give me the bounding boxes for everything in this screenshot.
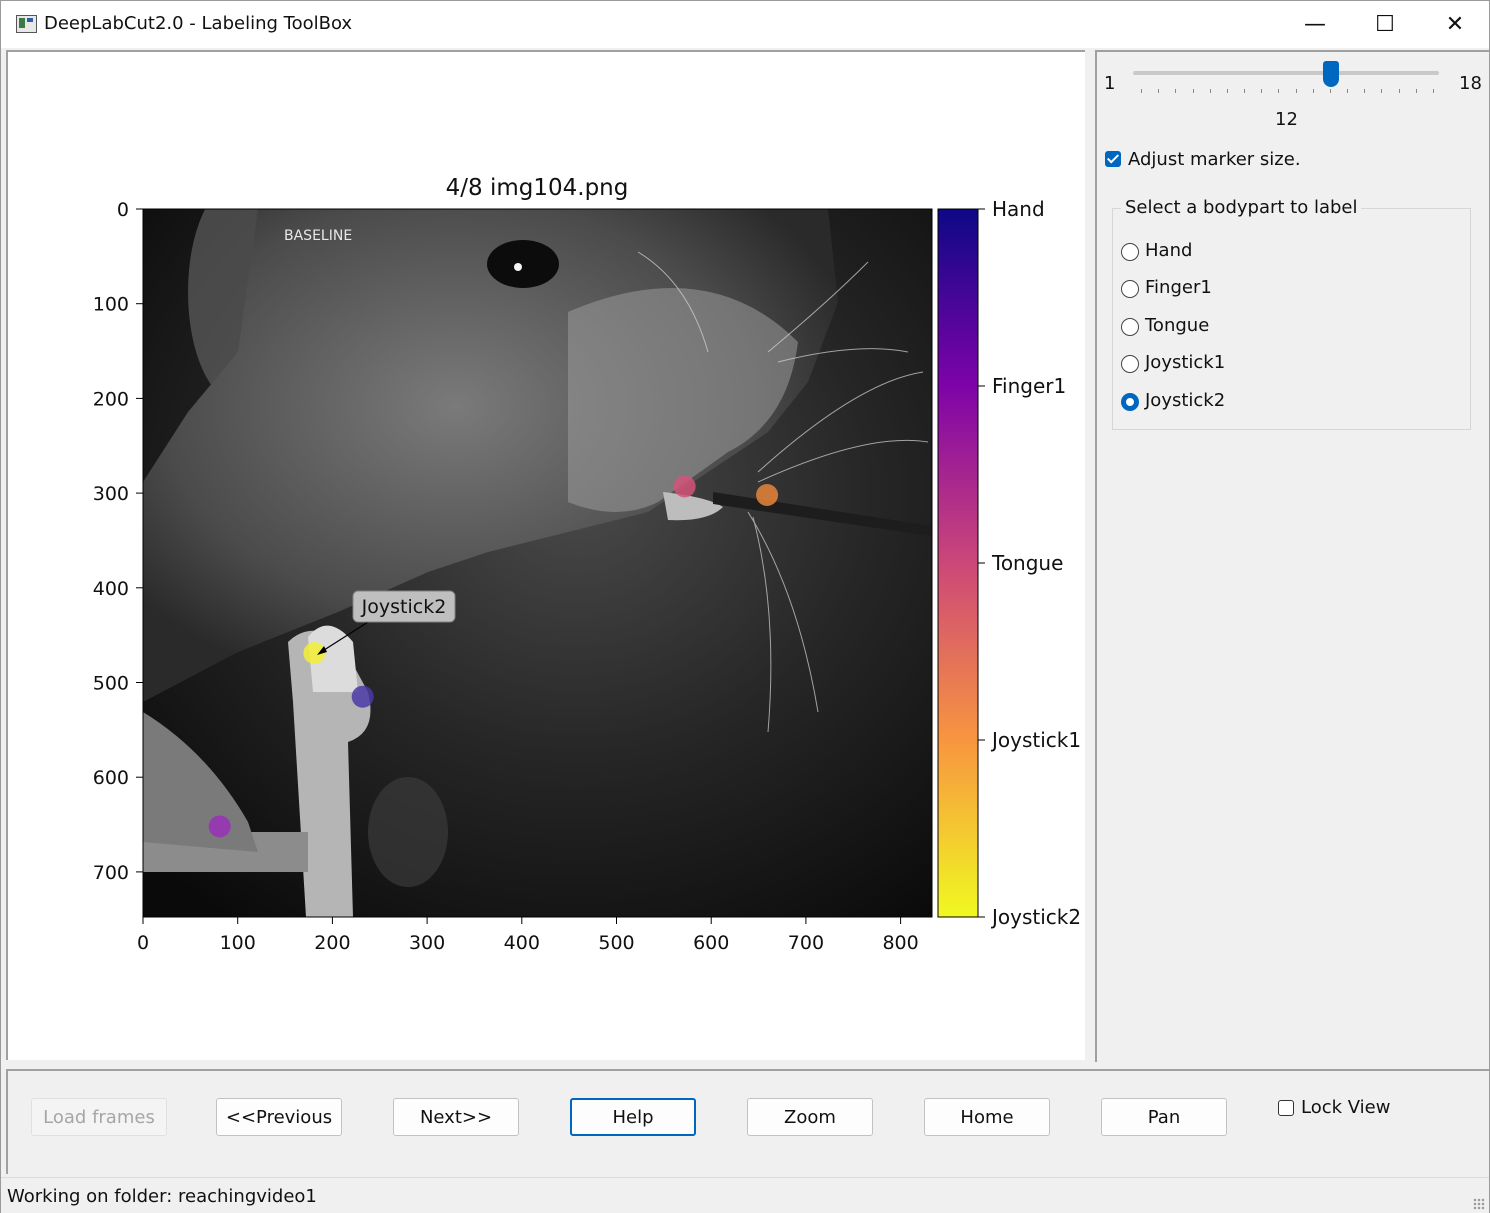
slider-min-label: 1: [1104, 73, 1116, 94]
y-tick-label: 100: [93, 294, 129, 316]
maximize-button[interactable]: ☐: [1350, 1, 1420, 48]
radio-label-tongue[interactable]: Tongue: [1145, 315, 1209, 336]
close-icon: ✕: [1445, 12, 1465, 37]
y-tick-label: 0: [117, 199, 129, 221]
radio-joystick1[interactable]: [1121, 355, 1139, 373]
slider-tick: [1433, 89, 1434, 93]
colorbar-axis: Hand Finger1 Tongue Joystick1 Joystick2: [978, 197, 1081, 929]
marker-finger1[interactable]: [208, 815, 231, 838]
x-tick-label: 400: [504, 932, 540, 954]
x-tick-label: 300: [409, 932, 445, 954]
slider-tick: [1398, 89, 1400, 93]
app-icon: [16, 15, 37, 33]
panel-splitter[interactable]: [1087, 50, 1095, 1062]
radio-joystick2[interactable]: [1121, 393, 1139, 411]
slider-value-label: 12: [1275, 109, 1298, 130]
lock-view-label: Lock View: [1301, 1097, 1391, 1118]
maximize-icon: ☐: [1375, 12, 1395, 37]
slider-tick: [1415, 89, 1417, 93]
slider-tick: [1141, 89, 1142, 93]
slider-tick: [1381, 89, 1383, 93]
x-tick-label: 100: [220, 932, 256, 954]
radio-label-hand[interactable]: Hand: [1145, 240, 1192, 261]
pan-button[interactable]: Pan: [1101, 1098, 1227, 1136]
x-tick-label: 700: [788, 932, 824, 954]
slider-tick: [1347, 89, 1349, 93]
slider-tick: [1329, 89, 1331, 93]
colorbar-label: Tongue: [991, 551, 1063, 575]
slider-tick: [1278, 89, 1280, 93]
slider-tick: [1158, 89, 1160, 93]
y-tick-label: 700: [93, 862, 129, 884]
adjust-marker-size-checkbox[interactable]: [1105, 151, 1121, 167]
annotation-label: Joystick2: [361, 596, 447, 618]
slider-max-label: 18: [1459, 73, 1482, 94]
colorbar-label: Finger1: [992, 374, 1066, 398]
adjust-marker-size-label: Adjust marker size.: [1128, 149, 1301, 170]
zoom-button[interactable]: Zoom: [747, 1098, 873, 1136]
window-title: DeepLabCut2.0 - Labeling ToolBox: [44, 13, 353, 34]
x-tick-label: 0: [137, 932, 149, 954]
radio-tongue[interactable]: [1121, 318, 1139, 336]
colorbar-label: Joystick1: [990, 728, 1081, 752]
frame-image[interactable]: BASELINE: [143, 182, 938, 917]
plot-canvas[interactable]: BASELINE Joystick2 4/8 img104.png 0 100 20…: [6, 50, 1085, 1060]
colorbar-label: Joystick2: [990, 905, 1081, 929]
plot-figure[interactable]: BASELINE Joystick2 4/8 img104.png 0 100 20…: [8, 52, 1085, 1060]
x-tick-label: 800: [882, 932, 918, 954]
radio-finger1[interactable]: [1121, 280, 1139, 298]
status-bar: Working on folder: reachingvideo1: [1, 1177, 1489, 1213]
minimize-button[interactable]: —: [1280, 1, 1350, 48]
y-tick-label: 300: [93, 483, 129, 505]
marker-hand[interactable]: [351, 685, 374, 708]
title-bar[interactable]: DeepLabCut2.0 - Labeling ToolBox — ☐ ✕: [1, 1, 1489, 48]
slider-tick: [1226, 89, 1228, 93]
marker-joystick1[interactable]: [756, 483, 779, 506]
status-text: Working on folder: reachingvideo1: [7, 1186, 317, 1207]
slider-tick: [1209, 89, 1211, 93]
slider-tick: [1295, 89, 1297, 93]
colorbar-label: Hand: [992, 197, 1045, 221]
y-axis: 0 100 200 300 400 500 600 700: [93, 199, 143, 884]
slider-tick: [1261, 89, 1263, 93]
previous-button[interactable]: <<Previous: [216, 1098, 342, 1136]
radio-label-joystick2[interactable]: Joystick2: [1145, 390, 1225, 411]
next-button[interactable]: Next>>: [393, 1098, 519, 1136]
y-tick-label: 500: [93, 673, 129, 695]
minimize-icon: —: [1304, 12, 1326, 37]
help-button[interactable]: Help: [570, 1098, 696, 1136]
resize-grip-icon[interactable]: [1473, 1198, 1485, 1210]
marker-tongue[interactable]: [673, 475, 696, 498]
load-frames-button[interactable]: Load frames: [31, 1098, 167, 1136]
slider-tick: [1175, 89, 1177, 93]
slider-handle[interactable]: [1323, 61, 1339, 87]
x-tick-label: 600: [693, 932, 729, 954]
lock-view-checkbox[interactable]: [1278, 1100, 1294, 1116]
home-button[interactable]: Home: [924, 1098, 1050, 1136]
image-overlay-text: BASELINE: [284, 228, 352, 244]
radio-label-finger1[interactable]: Finger1: [1145, 277, 1212, 298]
x-tick-label: 200: [314, 932, 350, 954]
y-tick-label: 400: [93, 578, 129, 600]
radio-label-joystick1[interactable]: Joystick1: [1145, 352, 1225, 373]
app-window: DeepLabCut2.0 - Labeling ToolBox — ☐ ✕ B…: [0, 0, 1490, 1213]
marker-size-slider[interactable]: [1131, 61, 1443, 101]
close-button[interactable]: ✕: [1420, 1, 1490, 48]
slider-tick: [1244, 89, 1246, 93]
y-tick-label: 200: [93, 388, 129, 410]
x-axis: 0 100 200 300 400 500 600 700 800: [137, 917, 919, 954]
slider-tick: [1192, 89, 1194, 93]
radio-hand[interactable]: [1121, 243, 1139, 261]
x-tick-label: 500: [598, 932, 634, 954]
bodypart-group-title: Select a bodypart to label: [1121, 197, 1362, 218]
y-tick-label: 600: [93, 767, 129, 789]
plot-title: 4/8 img104.png: [446, 175, 629, 201]
slider-tick: [1364, 89, 1366, 93]
slider-tick: [1312, 89, 1314, 93]
colorbar: [937, 208, 979, 918]
